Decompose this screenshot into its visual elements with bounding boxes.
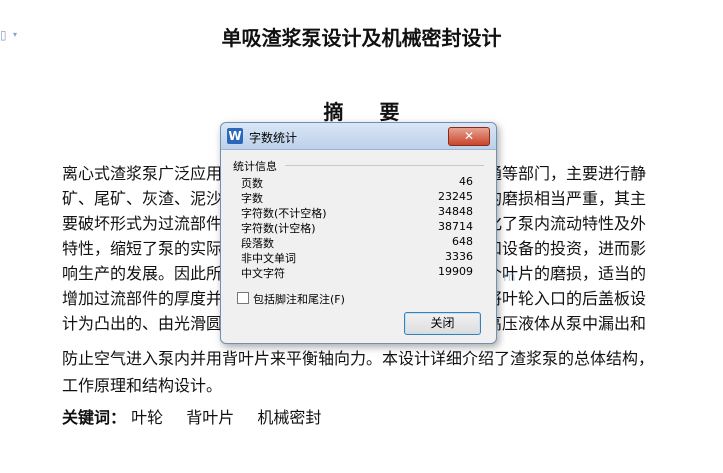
stat-label: 页数 — [241, 177, 263, 190]
wps-writer-icon: W — [227, 128, 243, 144]
keywords-line: 关键词： 叶轮 背叶片 机械密封 — [62, 404, 339, 428]
stat-row: 字数 23245 — [241, 190, 473, 205]
checkbox-label: 包括脚注和尾注(F) — [253, 293, 345, 306]
stats-group-label: 统计信息 — [233, 160, 277, 173]
include-footnotes-checkbox[interactable]: 包括脚注和尾注(F) — [237, 291, 345, 307]
stats-list: 页数 46 字数 23245 字符数(不计空格) 34848 字符数(计空格) 3871… — [241, 175, 473, 280]
close-icon[interactable]: ✕ — [448, 127, 490, 146]
abstract-heading: 摘要 — [323, 100, 400, 124]
keyword: 机械密封 — [257, 408, 322, 427]
stat-label: 字符数(计空格) — [241, 222, 316, 235]
stat-label: 中文字符 — [241, 267, 285, 280]
paragraph-line: 防止空气进入泵内并用背叶片来平衡轴向力。本设计详细介绍了渣浆泵的总体结构， — [62, 349, 655, 368]
keyword: 叶轮 — [131, 408, 164, 427]
keywords-label: 关键词： — [62, 408, 127, 427]
paragraph-fragment: 个叶片的磨损，适当的 — [486, 264, 647, 283]
stat-value: 46 — [459, 175, 473, 188]
paragraph-fragment: 通等部门，主要进行静 — [486, 164, 647, 183]
document-title: 单吸渣浆泵设计及机械密封设计 — [221, 26, 502, 50]
stat-label: 段落数 — [241, 237, 274, 250]
close-button[interactable]: 关闭 — [404, 312, 481, 335]
stat-row: 段落数 648 — [241, 235, 473, 250]
stat-value: 3336 — [445, 250, 473, 263]
stat-value: 38714 — [438, 220, 473, 233]
stat-value: 34848 — [438, 205, 473, 218]
word-count-dialog: W 字数统计 ✕ 统计信息 页数 46 字数 23245 字符数(不计空格) 3484… — [220, 122, 497, 344]
stat-value: 23245 — [438, 190, 473, 203]
stat-row: 非中文单词 3336 — [241, 250, 473, 265]
stat-value: 19909 — [438, 265, 473, 278]
stat-row: 字符数(不计空格) 34848 — [241, 205, 473, 220]
stat-label: 非中文单词 — [241, 252, 296, 265]
keyword: 背叶片 — [186, 408, 235, 427]
stat-label: 字数 — [241, 192, 263, 205]
stat-row: 字符数(计空格) 38714 — [241, 220, 473, 235]
paragraph-fragment: 化了泵内流动特性及外 — [486, 214, 647, 233]
dialog-titlebar[interactable]: W 字数统计 ✕ — [221, 123, 496, 150]
stat-row: 中文字符 19909 — [241, 265, 473, 280]
stat-label: 字符数(不计空格) — [241, 207, 327, 220]
paragraph-fragment: 高压液体从泵中漏出和 — [486, 314, 647, 333]
paragraph-fragment: 和设备的投资，进而影 — [486, 239, 647, 258]
stat-value: 648 — [452, 235, 473, 248]
stat-row: 页数 46 — [241, 175, 473, 190]
checkbox-box[interactable] — [237, 292, 249, 304]
dialog-title: 字数统计 — [249, 131, 298, 145]
group-divider — [285, 165, 484, 166]
paragraph-line: 工作原理和结构设计。 — [62, 376, 223, 395]
paragraph-fragment: 的磨损相当严重，其主 — [486, 189, 647, 208]
paragraph-fragment: 将叶轮入口的后盖板设 — [486, 289, 647, 308]
